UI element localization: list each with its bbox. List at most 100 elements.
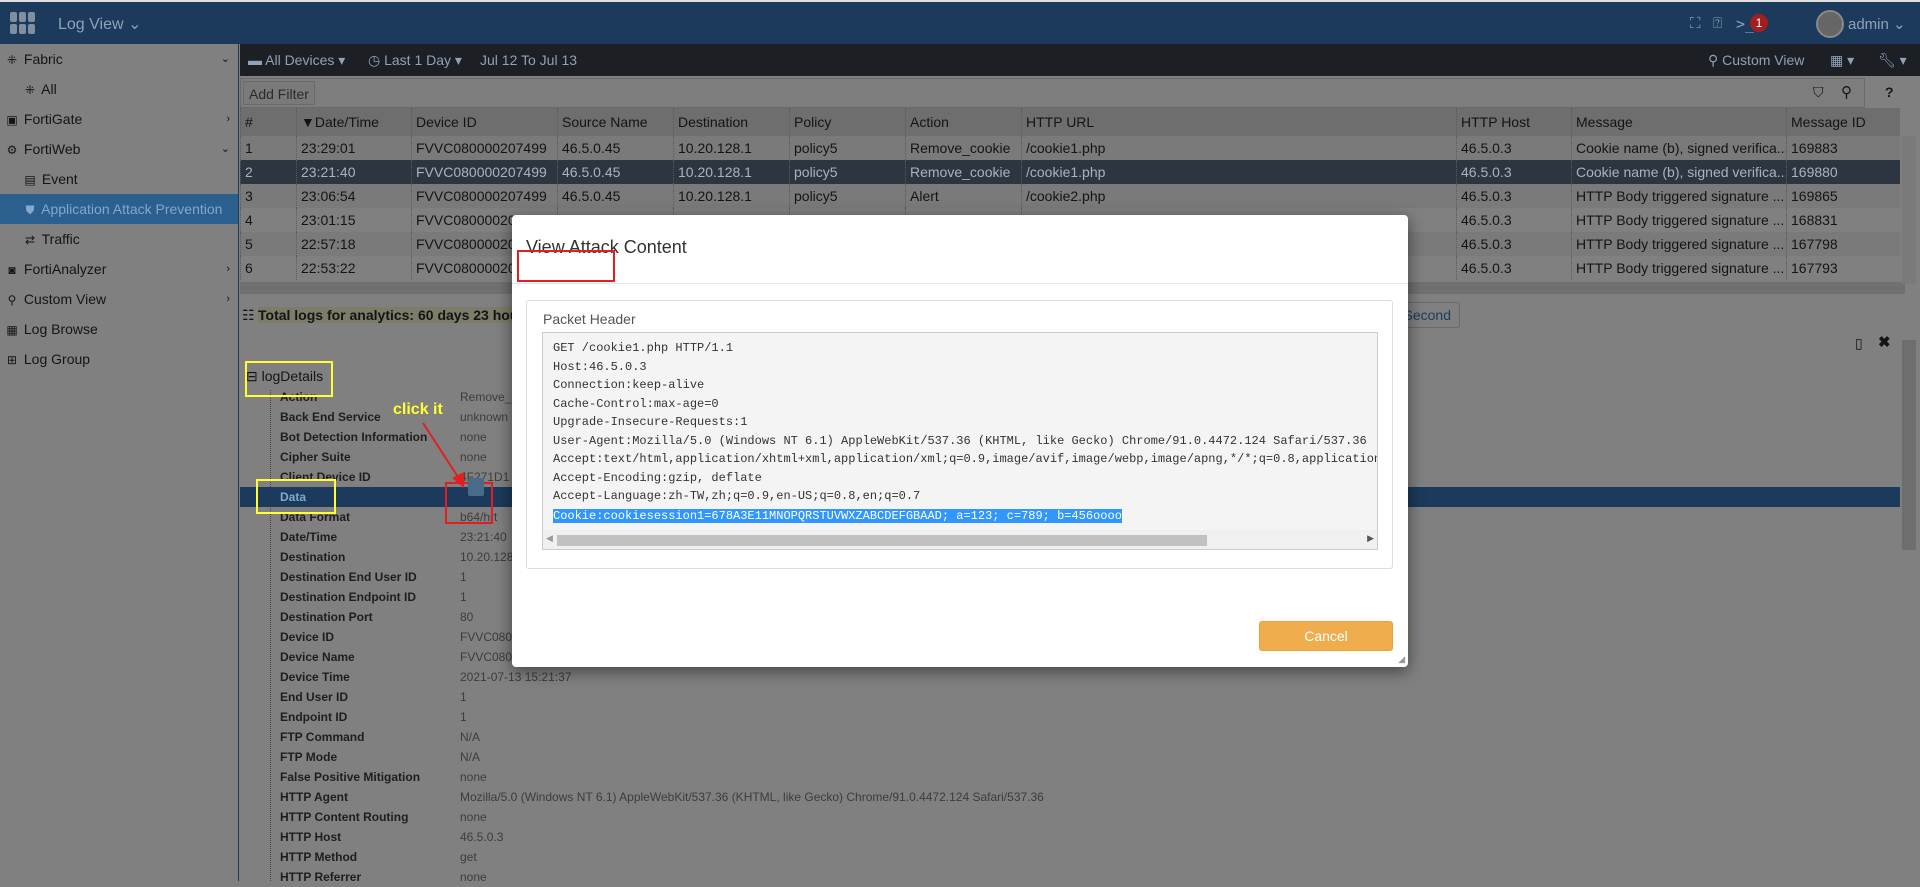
- column-header[interactable]: HTTP Host: [1456, 108, 1571, 136]
- sidebar-item-label: FortiWeb: [23, 141, 81, 157]
- notification-badge[interactable]: 1: [1750, 14, 1768, 32]
- table-row[interactable]: 3 23:06:54 FVVC080000207499 46.5.0.45 10.20.…: [240, 184, 1900, 208]
- column-header[interactable]: Message ID: [1786, 108, 1900, 136]
- detail-value: 2021-07-13 15:21:37: [460, 670, 572, 684]
- details-scrollbar[interactable]: [1902, 340, 1916, 550]
- detail-row[interactable]: Device Time 2021-07-13 15:21:37: [240, 667, 1900, 687]
- detail-row[interactable]: End User ID 1: [240, 687, 1900, 707]
- header-line: User-Agent:Mozilla/5.0 (Windows NT 6.1) …: [553, 433, 1367, 448]
- table-cell: 46.5.0.3: [1456, 208, 1571, 232]
- tools-wrench-icon[interactable]: 🔧︎ ▾: [1878, 52, 1907, 69]
- code-horizontal-scrollbar[interactable]: ◀ ▶: [543, 530, 1377, 549]
- view-data-icon[interactable]: [468, 478, 484, 496]
- table-cell: 46.5.0.3: [1456, 256, 1571, 280]
- column-header[interactable]: HTTP URL: [1021, 108, 1456, 136]
- devices-label: All Devices ▾: [265, 52, 346, 68]
- table-cell: 46.5.0.3: [1456, 184, 1571, 208]
- time-dropdown[interactable]: ◷ Last 1 Day ▾: [368, 52, 462, 69]
- scroll-right-icon[interactable]: ▶: [1367, 533, 1374, 544]
- detail-label: HTTP Referrer: [280, 870, 362, 884]
- scroll-left-icon[interactable]: ◀: [546, 533, 553, 544]
- detail-label: Device Name: [280, 650, 355, 664]
- sidebar-item-all[interactable]: ⁜ All: [0, 74, 238, 104]
- fabric-icon: ⁜: [6, 53, 18, 67]
- devices-dropdown[interactable]: ▬ All Devices ▾: [248, 52, 345, 69]
- resize-handle-icon[interactable]: ◢: [1398, 654, 1405, 665]
- fullscreen-icon[interactable]: ⛶: [1690, 15, 1701, 32]
- header-line: Upgrade-Insecure-Requests:1: [553, 415, 748, 429]
- detail-row[interactable]: HTTP Referrer none: [240, 867, 1900, 887]
- help-icon[interactable]: ?: [1885, 84, 1894, 100]
- user-menu[interactable]: admin ⌄: [1848, 15, 1906, 33]
- detail-value: 1: [460, 690, 467, 704]
- column-settings-icon[interactable]: ▦ ▾: [1830, 52, 1854, 69]
- detail-value: 80: [460, 610, 474, 624]
- avatar[interactable]: [1816, 10, 1844, 38]
- column-header[interactable]: Device ID: [411, 108, 557, 136]
- column-header[interactable]: Message: [1571, 108, 1786, 136]
- sidebar-item-log-browse[interactable]: ▦ Log Browse: [0, 314, 238, 344]
- table-cell: policy5: [789, 160, 905, 184]
- sidebar-item-label: Application Attack Prevention: [41, 201, 223, 217]
- help-icon[interactable]: ⍰: [1713, 15, 1722, 32]
- column-header[interactable]: Policy: [789, 108, 905, 136]
- table-cell: 3: [240, 184, 296, 208]
- header-line: Accept-Encoding:gzip, deflate: [553, 470, 762, 485]
- detail-row[interactable]: Endpoint ID 1: [240, 707, 1900, 727]
- sidebar-item-label: Traffic: [41, 231, 80, 247]
- chevron-icon[interactable]: ⌄: [221, 44, 230, 74]
- packet-header-content[interactable]: GET /cookie1.php HTTP/1.1 Host:46.5.0.3 Co…: [542, 332, 1378, 550]
- sidebar-item-fortiweb[interactable]: ⚙ FortiWeb ⌄: [0, 134, 238, 164]
- chevron-icon[interactable]: ›: [226, 104, 230, 134]
- column-header[interactable]: Action: [905, 108, 1021, 136]
- sidebar-item-fabric[interactable]: ⁜ Fabric ⌄: [0, 44, 238, 74]
- chevron-icon[interactable]: ›: [226, 254, 230, 284]
- custom-view-icon: ⚲: [7, 293, 17, 307]
- detail-row[interactable]: False Positive Mitigation none: [240, 767, 1900, 787]
- detail-label: Cipher Suite: [280, 450, 351, 464]
- custom-view-button[interactable]: ⚲ Custom View: [1708, 52, 1804, 69]
- table-vertical-scrollbar[interactable]: [1902, 136, 1916, 284]
- chevron-icon[interactable]: ›: [226, 284, 230, 314]
- split-view-icon[interactable]: ▯: [1855, 335, 1863, 352]
- sidebar-item-event[interactable]: ▤ Event: [0, 164, 238, 194]
- table-header[interactable]: # ▼Date/Time Device ID Source Name Destinati…: [240, 108, 1900, 136]
- close-icon[interactable]: ✖: [1878, 333, 1891, 351]
- detail-row[interactable]: HTTP Agent Mozilla/5.0 (Windows NT 6.1) A…: [240, 787, 1900, 807]
- search-icon[interactable]: ⚲: [1841, 83, 1852, 101]
- header-line: Accept:text/html,application/xhtml+xml,a…: [553, 452, 1378, 466]
- detail-row[interactable]: FTP Command N/A: [240, 727, 1900, 747]
- table-cell: 167798: [1786, 232, 1900, 256]
- app-title-menu[interactable]: Log View ⌄: [58, 14, 141, 34]
- table-cell: 46.5.0.3: [1456, 232, 1571, 256]
- table-cell: FVVC080000207499: [411, 184, 557, 208]
- column-header[interactable]: #: [240, 108, 296, 136]
- scrollbar-thumb[interactable]: [557, 535, 1207, 546]
- detail-row[interactable]: HTTP Host 46.5.0.3: [240, 827, 1900, 847]
- detail-label: FTP Mode: [280, 750, 338, 764]
- chevron-icon[interactable]: ⌄: [221, 134, 230, 164]
- filter-icon[interactable]: ⛉: [1813, 84, 1824, 101]
- detail-label: Destination Endpoint ID: [280, 590, 416, 604]
- column-header[interactable]: Source Name: [557, 108, 673, 136]
- detail-row[interactable]: FTP Mode N/A: [240, 747, 1900, 767]
- table-row[interactable]: 1 23:29:01 FVVC080000207499 46.5.0.45 10.20.…: [240, 136, 1900, 160]
- column-header[interactable]: Destination: [673, 108, 789, 136]
- sidebar-item-log-group[interactable]: ⊞ Log Group: [0, 344, 238, 374]
- sidebar-item-application-attack-prevention[interactable]: ⛊ Application Attack Prevention: [0, 194, 238, 224]
- sidebar-item-custom-view[interactable]: ⚲ Custom View ›: [0, 284, 238, 314]
- sidebar-item-fortigate[interactable]: ▣ FortiGate ›: [0, 104, 238, 134]
- column-header[interactable]: ▼Date/Time: [296, 108, 411, 136]
- filter-bar[interactable]: Add Filter ⛉ ⚲: [240, 78, 1865, 108]
- detail-row[interactable]: HTTP Method get: [240, 847, 1900, 867]
- table-cell: 10.20.128.1: [673, 184, 789, 208]
- highlighted-cookie-line[interactable]: Cookie:cookiesession1=678A3E11MNOPQRSTUV…: [553, 509, 1122, 523]
- sidebar-item-fortianalyzer[interactable]: ◙ FortiAnalyzer ›: [0, 254, 238, 284]
- add-filter-button[interactable]: Add Filter: [243, 81, 315, 105]
- sidebar-item-traffic[interactable]: ⇄ Traffic: [0, 224, 238, 254]
- view-attack-content-dialog: View Attack Content Packet Header GET /c…: [512, 215, 1408, 667]
- table-row[interactable]: 2 23:21:40 FVVC080000207499 46.5.0.45 10.20.…: [240, 160, 1900, 184]
- cancel-button[interactable]: Cancel: [1259, 621, 1393, 651]
- detail-row[interactable]: HTTP Content Routing none: [240, 807, 1900, 827]
- fortinet-logo-icon[interactable]: [10, 12, 36, 34]
